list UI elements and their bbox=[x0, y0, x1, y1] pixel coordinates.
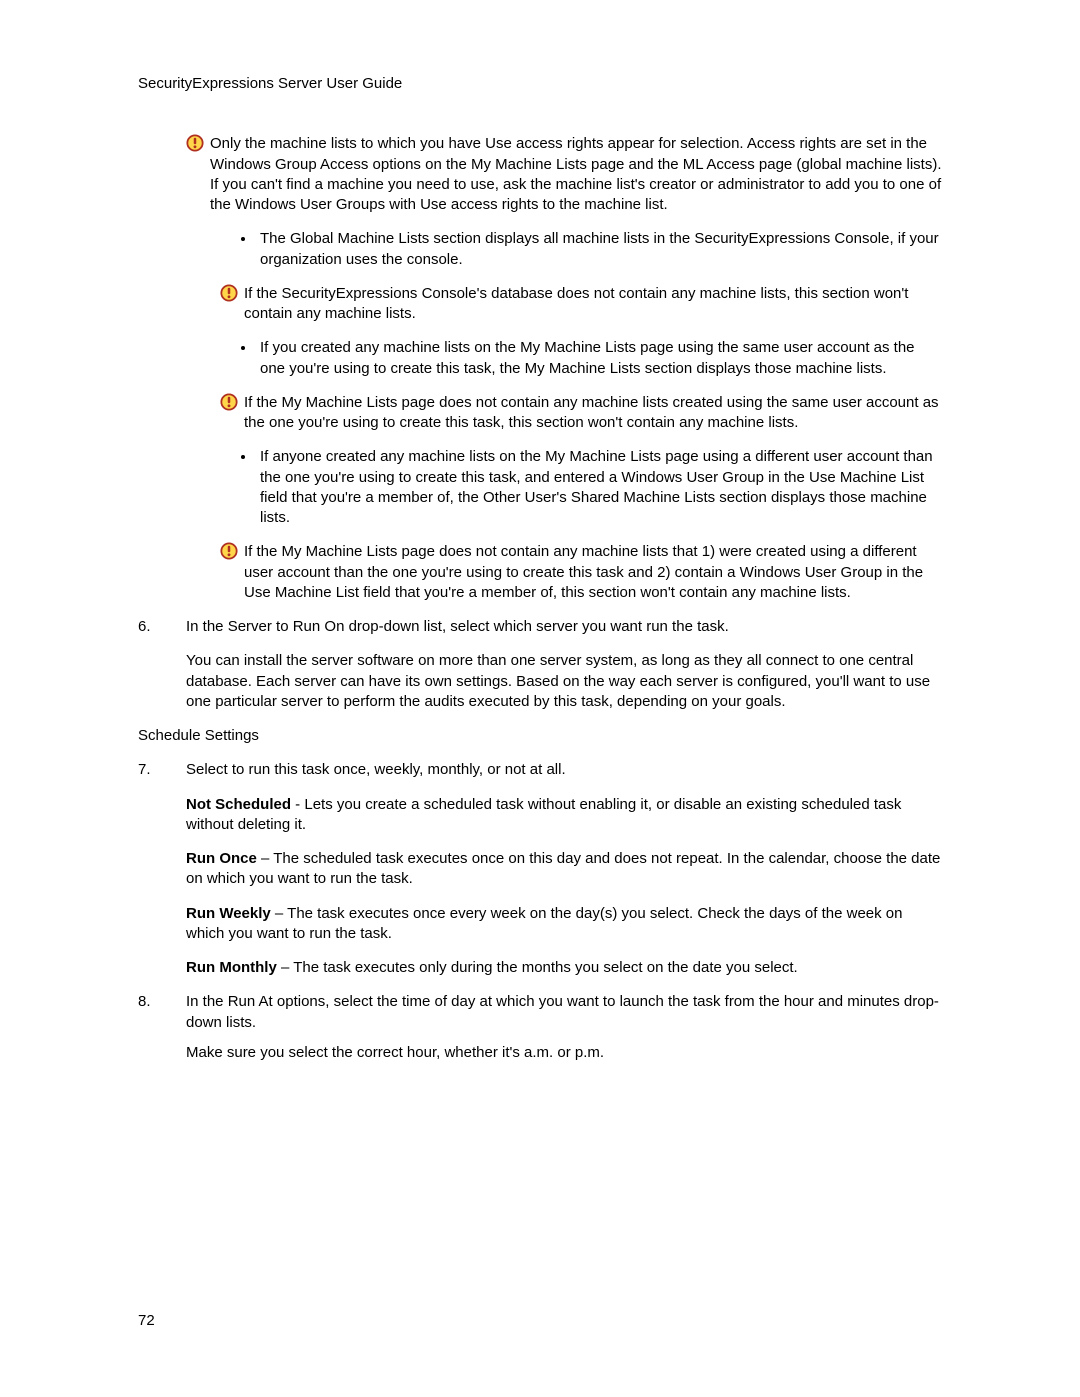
option-label: Run Monthly bbox=[186, 959, 277, 976]
option-run-monthly: Run Monthly – The task executes only dur… bbox=[186, 958, 942, 978]
exclamation-icon bbox=[220, 393, 242, 411]
bullet-shared-lists: If anyone created any machine lists on t… bbox=[256, 447, 942, 528]
exclamation-icon bbox=[220, 284, 242, 302]
option-text: – The task executes only during the mont… bbox=[277, 959, 798, 976]
step-text: In the Run At options, select the time o… bbox=[186, 992, 942, 1033]
paragraph: You can install the server software on m… bbox=[186, 651, 942, 712]
exclamation-icon bbox=[220, 542, 242, 560]
note-text: Only the machine lists to which you have… bbox=[210, 134, 942, 215]
step-6: 6. In the Server to Run On drop-down lis… bbox=[138, 617, 942, 637]
option-text: – The scheduled task executes once on th… bbox=[186, 850, 940, 887]
subhead-schedule-settings: Schedule Settings bbox=[138, 726, 942, 746]
bullet-my-lists: If you created any machine lists on the … bbox=[256, 338, 942, 379]
bullet-list-2: If you created any machine lists on the … bbox=[186, 338, 942, 379]
note-my-lists-empty: If the My Machine Lists page does not co… bbox=[186, 393, 942, 434]
option-run-weekly: Run Weekly – The task executes once ever… bbox=[186, 904, 942, 945]
bullet-global-lists: The Global Machine Lists section display… bbox=[256, 229, 942, 270]
step-number: 6. bbox=[138, 617, 186, 637]
note-access-rights: Only the machine lists to which you have… bbox=[186, 134, 942, 215]
option-run-once: Run Once – The scheduled task executes o… bbox=[186, 849, 942, 890]
option-label: Run Once bbox=[186, 850, 257, 867]
step-8: 8. In the Run At options, select the tim… bbox=[138, 992, 942, 1033]
step-6-para: You can install the server software on m… bbox=[186, 651, 942, 712]
step-8-para: Make sure you select the correct hour, w… bbox=[186, 1043, 942, 1063]
note-text: If the My Machine Lists page does not co… bbox=[244, 542, 942, 603]
note-text: If the My Machine Lists page does not co… bbox=[244, 393, 942, 434]
page: SecurityExpressions Server User Guide On… bbox=[0, 0, 1080, 1397]
doc-header: SecurityExpressions Server User Guide bbox=[138, 74, 942, 94]
step-text: Select to run this task once, weekly, mo… bbox=[186, 760, 942, 780]
exclamation-icon bbox=[186, 134, 208, 152]
option-text: – The task executes once every week on t… bbox=[186, 905, 903, 942]
content-block: Only the machine lists to which you have… bbox=[186, 134, 942, 603]
option-label: Run Weekly bbox=[186, 905, 271, 922]
option-label: Not Scheduled bbox=[186, 796, 291, 813]
step-text: In the Server to Run On drop-down list, … bbox=[186, 617, 942, 637]
step-7: 7. Select to run this task once, weekly,… bbox=[138, 760, 942, 780]
step-7-options: Not Scheduled - Lets you create a schedu… bbox=[186, 795, 942, 979]
bullet-list-3: If anyone created any machine lists on t… bbox=[186, 447, 942, 528]
step-number: 7. bbox=[138, 760, 186, 780]
note-shared-lists-empty: If the My Machine Lists page does not co… bbox=[186, 542, 942, 603]
step-number: 8. bbox=[138, 992, 186, 1033]
note-text: If the SecurityExpressions Console's dat… bbox=[244, 284, 942, 325]
note-console-db: If the SecurityExpressions Console's dat… bbox=[186, 284, 942, 325]
option-not-scheduled: Not Scheduled - Lets you create a schedu… bbox=[186, 795, 942, 836]
option-text: - Lets you create a scheduled task witho… bbox=[186, 796, 901, 833]
page-number: 72 bbox=[138, 1311, 155, 1331]
bullet-list-1: The Global Machine Lists section display… bbox=[186, 229, 942, 270]
paragraph: Make sure you select the correct hour, w… bbox=[186, 1043, 942, 1063]
